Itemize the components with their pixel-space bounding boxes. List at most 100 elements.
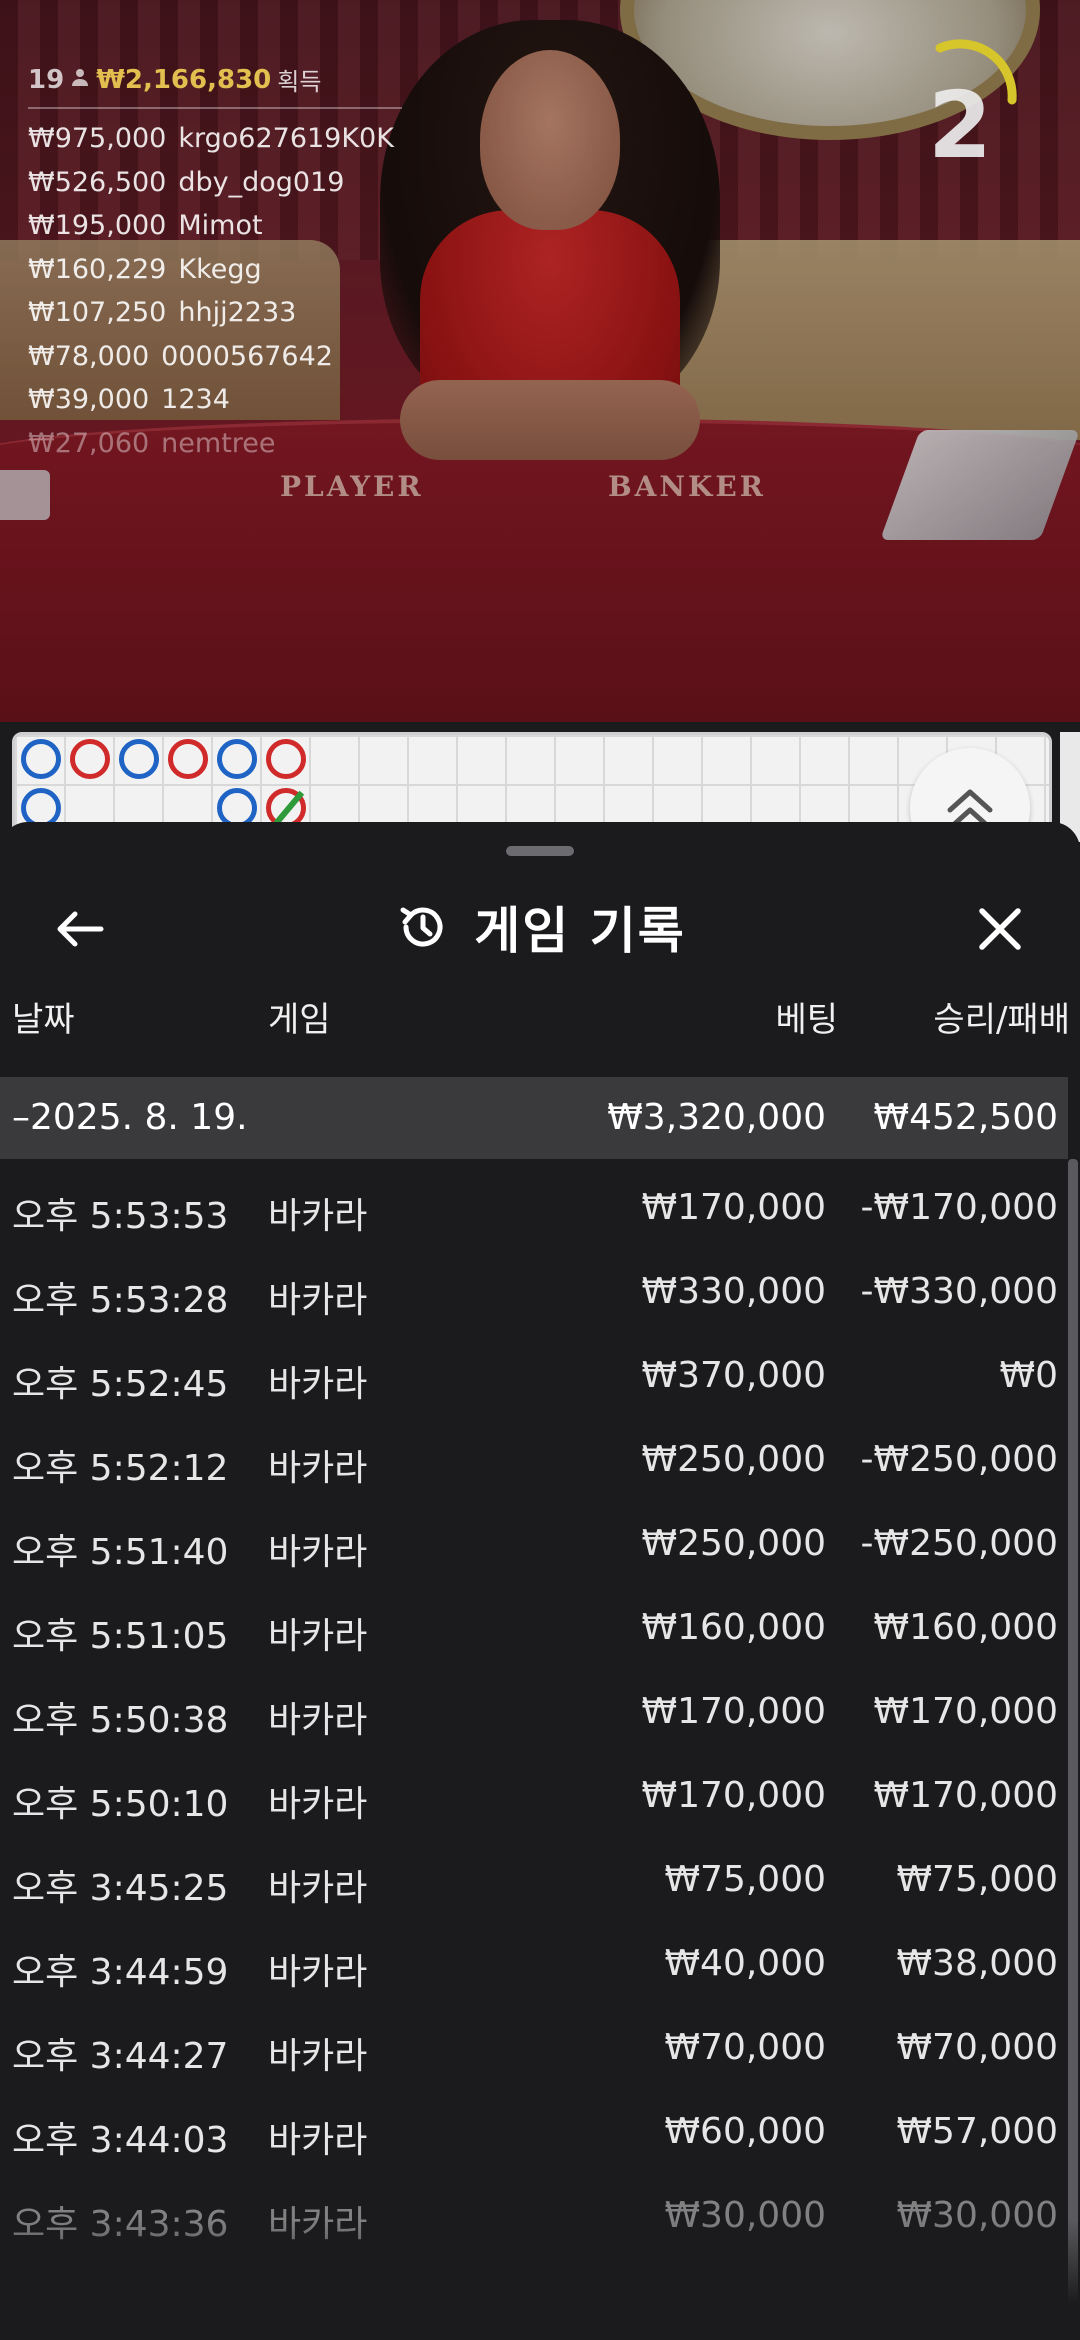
row-bet: ₩330,000 (641, 1271, 826, 1312)
sheet-grabber[interactable] (506, 846, 574, 856)
history-rows: 오후 5:53:53 바카라 ₩170,000 -₩170,000 오후 5:53:28… (0, 1159, 1068, 2251)
winner-row: ₩195,000 Mimot (28, 204, 402, 248)
history-row[interactable]: 오후 3:44:59 바카라 ₩40,000 ₩38,000 (0, 1915, 1068, 1999)
row-game: 바카라 (268, 1532, 368, 1573)
sheet-header: 게임 기록 (0, 872, 1080, 982)
winner-row: ₩160,229 Kkegg (28, 248, 402, 292)
row-time: 오후 5:50:10 (12, 1784, 229, 1825)
row-game: 바카라 (268, 1952, 368, 1993)
row-game: 바카라 (268, 1784, 368, 1825)
banker-bead (70, 739, 110, 779)
row-game: 바카라 (268, 2036, 368, 2077)
row-bet: ₩170,000 (641, 1775, 826, 1816)
winner-name: 1234 (161, 384, 230, 415)
history-row[interactable]: 오후 3:44:03 바카라 ₩60,000 ₩57,000 (0, 2083, 1068, 2167)
row-bet: ₩370,000 (641, 1355, 826, 1396)
history-row[interactable]: 오후 5:50:10 바카라 ₩170,000 ₩170,000 (0, 1747, 1068, 1831)
history-icon (400, 907, 443, 947)
winner-row: ₩27,060 nemtree (28, 422, 402, 466)
row-winloss: ₩75,000 (896, 1859, 1058, 1900)
row-game: 바카라 (268, 1280, 368, 1321)
summary-date: –2025. 8. 19. (12, 1097, 248, 1138)
winner-name: Kkegg (178, 253, 262, 285)
row-winloss: ₩70,000 (896, 2027, 1058, 2068)
row-time: 오후 3:44:27 (12, 2036, 229, 2077)
winner-amount: ₩39,000 (28, 384, 150, 415)
date-summary-row[interactable]: –2025. 8. 19. ₩3,320,000 ₩452,500 (0, 1077, 1068, 1159)
row-time: 오후 5:50:38 (12, 1700, 229, 1741)
summary-winloss: ₩452,500 (873, 1097, 1058, 1138)
row-game: 바카라 (268, 1364, 368, 1405)
sheet-title: 게임 기록 (474, 902, 686, 960)
history-row[interactable]: 오후 5:53:53 바카라 ₩170,000 -₩170,000 (0, 1159, 1068, 1243)
row-time: 오후 5:52:12 (12, 1448, 229, 1489)
row-winloss: ₩57,000 (896, 2111, 1058, 2152)
row-game: 바카라 (268, 1448, 368, 1489)
row-time: 오후 5:51:40 (12, 1532, 229, 1573)
winner-row: ₩526,500 dby_dog019 (28, 161, 402, 205)
history-row[interactable]: 오후 3:44:27 바카라 ₩70,000 ₩70,000 (0, 1999, 1068, 2083)
row-bet: ₩250,000 (641, 1523, 826, 1564)
row-bet: ₩160,000 (641, 1607, 826, 1648)
winner-row: ₩975,000 krgo627619K0K (28, 117, 402, 161)
summary-bet: ₩3,320,000 (607, 1097, 826, 1138)
winner-name: Mimot (178, 210, 263, 241)
history-row[interactable]: 오후 5:53:28 바카라 ₩330,000 -₩330,000 (0, 1243, 1068, 1327)
countdown-timer: 2 (900, 30, 1020, 190)
close-icon (979, 908, 1021, 950)
row-bet: ₩70,000 (664, 2027, 826, 2068)
winner-row: ₩78,000 0000567642 (28, 335, 402, 379)
history-row[interactable]: 오후 5:52:45 바카라 ₩370,000 ₩0 (0, 1327, 1068, 1411)
winner-amount: ₩27,060 (28, 427, 150, 459)
app-root: PLAYER BANKER 19 ₩2,166,830 획득 ₩975,000 k… (0, 0, 1080, 2340)
player-bead (119, 739, 159, 779)
history-row[interactable]: 오후 3:45:25 바카라 ₩75,000 ₩75,000 (0, 1831, 1068, 1915)
row-winloss: -₩250,000 (860, 1439, 1058, 1480)
column-game: 게임 (268, 1000, 331, 1040)
row-winloss: -₩330,000 (860, 1271, 1058, 1312)
scrollbar[interactable] (1068, 1159, 1078, 2340)
winner-amount: ₩975,000 (28, 123, 167, 154)
winner-row: ₩39,000 1234 (28, 378, 402, 422)
winners-count: 19 (28, 64, 65, 95)
row-time: 오후 3:44:03 (12, 2120, 229, 2161)
history-row[interactable]: 오후 5:51:40 바카라 ₩250,000 -₩250,000 (0, 1495, 1068, 1579)
row-game: 바카라 (268, 2120, 368, 2161)
history-row[interactable]: 오후 5:51:05 바카라 ₩160,000 ₩160,000 (0, 1579, 1068, 1663)
row-bet: ₩60,000 (664, 2111, 826, 2152)
row-bet: ₩250,000 (641, 1439, 826, 1480)
history-row[interactable]: 오후 5:50:38 바카라 ₩170,000 ₩170,000 (0, 1663, 1068, 1747)
winner-name: krgo627619K0K (178, 123, 394, 154)
bottom-fade (0, 2220, 1080, 2340)
winner-row: ₩107,250 hhjj2233 (28, 291, 402, 335)
row-game: 바카라 (268, 1700, 368, 1741)
row-winloss: ₩170,000 (873, 1691, 1058, 1732)
history-row[interactable]: 오후 5:52:12 바카라 ₩250,000 -₩250,000 (0, 1411, 1068, 1495)
column-winloss: 승리/패배 (933, 1000, 1070, 1040)
winner-name: hhjj2233 (178, 297, 297, 328)
winner-amount: ₩78,000 (28, 340, 150, 372)
winner-amount: ₩526,500 (28, 166, 167, 198)
winners-list: 19 ₩2,166,830 획득 ₩975,000 krgo627619K0K ₩5… (28, 62, 402, 465)
row-winloss: ₩170,000 (873, 1775, 1058, 1816)
live-video[interactable]: PLAYER BANKER 19 ₩2,166,830 획득 ₩975,000 k… (0, 0, 1080, 722)
row-game: 바카라 (268, 1196, 368, 1237)
row-winloss: -₩250,000 (860, 1523, 1058, 1564)
winner-amount: ₩160,229 (28, 253, 167, 285)
banker-bead (266, 739, 306, 779)
row-game: 바카라 (268, 1868, 368, 1909)
row-winloss: ₩0 (999, 1355, 1059, 1396)
winner-amount: ₩107,250 (28, 297, 167, 328)
back-button[interactable] (40, 894, 120, 964)
row-bet: ₩75,000 (664, 1859, 826, 1900)
column-bet: 베팅 (775, 1000, 838, 1040)
close-button[interactable] (960, 894, 1040, 964)
person-icon (70, 67, 90, 92)
row-winloss: -₩170,000 (860, 1187, 1058, 1228)
winners-header: 19 ₩2,166,830 획득 (28, 62, 402, 109)
winner-name: 0000567642 (161, 340, 333, 372)
arrow-left-icon (57, 911, 104, 947)
winner-name: dby_dog019 (178, 166, 345, 198)
row-time: 오후 5:53:53 (12, 1196, 229, 1237)
row-time: 오후 3:45:25 (12, 1868, 229, 1909)
